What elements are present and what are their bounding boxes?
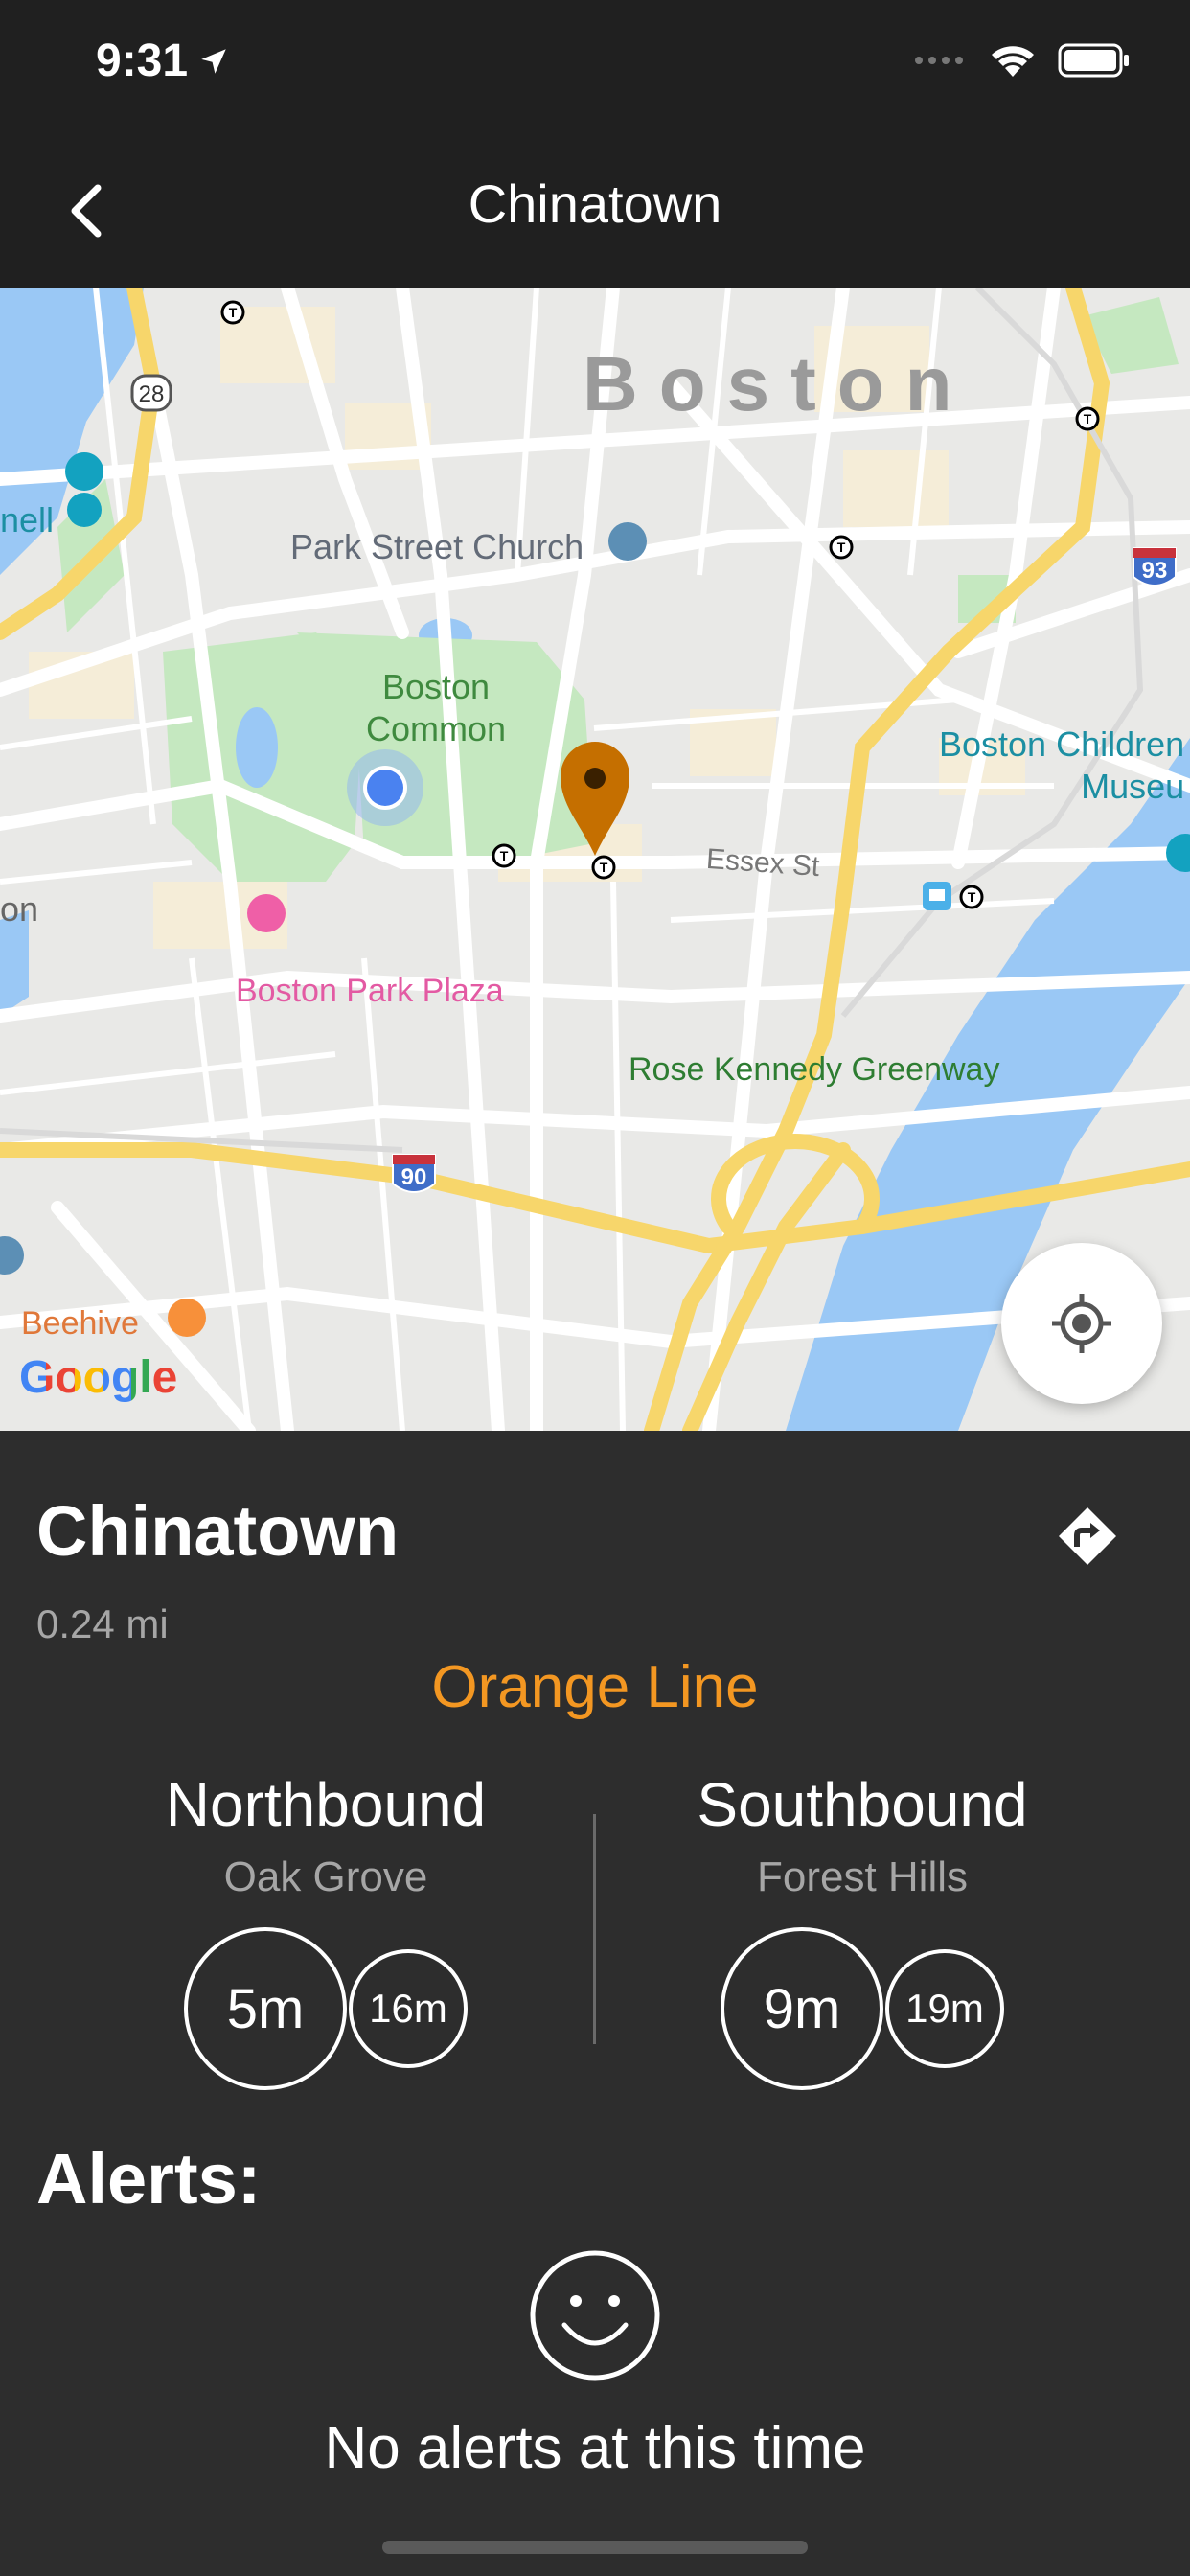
map-label-left-edge-1: nell <box>0 500 55 540</box>
map-label-beehive: Beehive <box>21 1305 139 1342</box>
svg-text:T: T <box>229 305 238 320</box>
svg-text:T: T <box>500 848 509 863</box>
smiley-icon <box>530 2250 660 2380</box>
direction-destination: Oak Grove <box>223 1853 428 1900</box>
arrival-times: 9m 19m <box>594 1927 1131 2090</box>
next-arrival-badge: 9m <box>721 1927 883 2090</box>
route-28-label: 28 <box>138 381 165 407</box>
google-logo-text: Google <box>19 1352 178 1403</box>
next-arrival-badge: 5m <box>184 1927 347 2090</box>
direction-name: Northbound <box>165 1770 487 1839</box>
status-time-group: 9:31 <box>96 34 230 87</box>
map-label-boston-childrens-line2: Museu <box>1081 767 1185 806</box>
wifi-icon <box>992 46 1034 77</box>
svg-text:T: T <box>968 889 976 905</box>
station-name: Chinatown <box>36 1491 400 1571</box>
status-bar: 9:31 <box>0 0 1190 134</box>
map-label-park-street-church: Park Street Church <box>290 527 584 566</box>
map-label-boston-common-line2: Common <box>365 709 507 748</box>
svg-text:T: T <box>600 860 608 875</box>
map-label-left-edge-2: on <box>0 889 39 929</box>
location-arrow-icon <box>201 48 226 74</box>
map-label-rose-kennedy-greenway: Rose Kennedy Greenway <box>629 1051 1000 1088</box>
status-time: 9:31 <box>96 35 189 86</box>
map-label-boston-park-plaza: Boston Park Plaza <box>236 973 504 1009</box>
map-label-boston-childrens: Boston Children Museu <box>939 724 1184 808</box>
directions-icon <box>1059 1507 1116 1565</box>
status-icons <box>914 42 1131 79</box>
signal-icon <box>915 57 963 64</box>
google-logo: Google <box>19 1351 177 1404</box>
nav-bar: Chinatown <box>0 134 1190 288</box>
user-location-dot <box>347 749 423 826</box>
map-label-boston: Boston <box>583 341 973 426</box>
station-info-panel: Chinatown 0.24 mi Orange Line Northbound… <box>0 1431 1190 2576</box>
map-view[interactable]: T T T T T T Boston Park Street Church Bo… <box>0 288 1190 1431</box>
directions-button[interactable] <box>1049 1498 1126 1575</box>
crosshair-icon <box>1052 1294 1111 1353</box>
southbound-column: Southbound Forest Hills 9m 19m <box>594 1774 1131 2090</box>
line-name: Orange Line <box>431 1654 759 1720</box>
map-label-boston-common-line1: Boston <box>381 667 491 706</box>
map-label-boston-childrens-line1: Boston Children <box>939 724 1185 764</box>
home-indicator[interactable] <box>382 2541 808 2554</box>
direction-name: Southbound <box>697 1770 1028 1839</box>
following-arrival-badge: 16m <box>349 1949 468 2068</box>
map-canvas[interactable]: T T T T T T <box>0 288 1190 1431</box>
no-alerts-message: No alerts at this time <box>324 2415 866 2481</box>
northbound-column: Northbound Oak Grove 5m 16m <box>57 1774 594 2090</box>
following-arrival-badge: 19m <box>885 1949 1004 2068</box>
route-93-label: 93 <box>1141 558 1168 584</box>
svg-text:T: T <box>837 540 846 555</box>
route-90-label: 90 <box>400 1164 427 1190</box>
battery-icon <box>1058 43 1129 78</box>
arrival-times: 5m 16m <box>57 1927 594 2090</box>
direction-destination: Forest Hills <box>756 1853 969 1900</box>
station-distance: 0.24 mi <box>36 1601 169 1646</box>
alerts-heading: Alerts: <box>36 2139 262 2219</box>
svg-text:T: T <box>1084 411 1092 426</box>
map-label-boston-common: Boston Common <box>355 666 517 750</box>
page-title: Chinatown <box>468 173 722 234</box>
recenter-location-button[interactable] <box>1001 1243 1162 1404</box>
